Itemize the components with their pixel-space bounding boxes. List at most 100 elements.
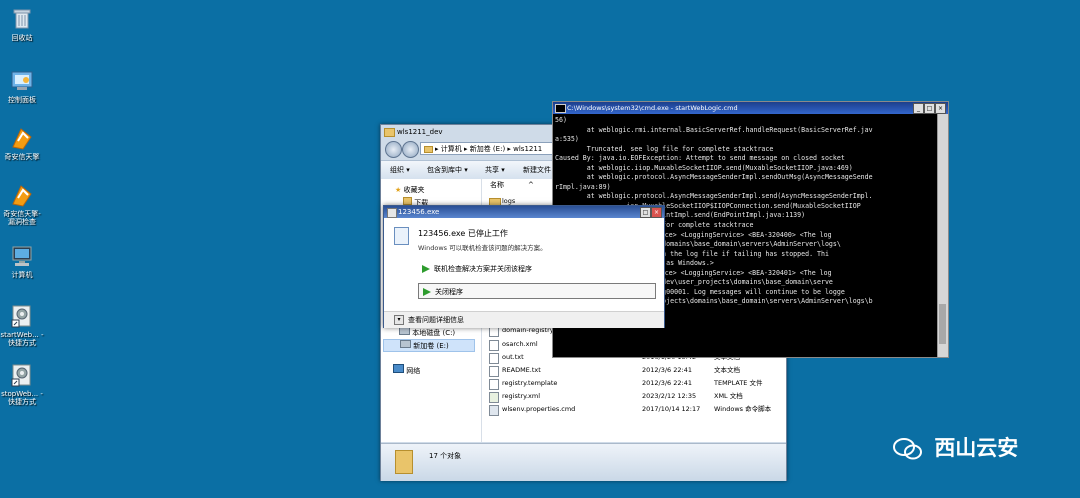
green-arrow-icon	[423, 288, 431, 296]
console-line: 56)	[555, 116, 567, 124]
folder-icon	[424, 146, 433, 153]
error-dialog[interactable]: 123456.exe □ × 123456.exe 已停止工作 Windows …	[383, 205, 665, 328]
cmd-icon	[555, 104, 566, 113]
expand-details-button[interactable]: ▾	[394, 315, 404, 325]
close-button[interactable]: ×	[935, 103, 946, 114]
dialog-title-bar[interactable]: 123456.exe □ ×	[384, 206, 664, 218]
file-name: osarch.xml	[502, 340, 538, 348]
desktop-icon-stop-weblogic[interactable]: stopWeb... - 快捷方式	[0, 362, 44, 406]
dialog-body: 123456.exe 已停止工作 Windows 可以联机检查该问题的解决方案。…	[384, 218, 664, 328]
desktop-icon-recycle-bin[interactable]: 回收站	[0, 6, 44, 42]
file-type: Windows 命令脚本	[714, 405, 772, 413]
maximize-button[interactable]: □	[924, 103, 935, 114]
status-bar: 17 个对象	[381, 443, 786, 481]
console-line: at weblogic.rmi.internal.BasicServerRef.…	[555, 125, 873, 134]
star-icon: ★	[395, 186, 402, 194]
shortcut-icon	[9, 362, 35, 388]
file-name: registry.xml	[502, 392, 541, 400]
file-row[interactable]: registry.xml 2023/2/12 12:35 XML 文档	[482, 390, 786, 403]
file-type: TEMPLATE 文件	[714, 379, 763, 387]
desktop-icon-label: startWeb... - 快捷方式	[0, 331, 44, 347]
console-line: at weblogic.protocol.AsyncMessageSenderI…	[555, 192, 873, 201]
file-row[interactable]: wlsenv.properties.cmd 2017/10/14 12:17 W…	[482, 403, 786, 416]
desktop-icon-computer[interactable]: 计算机	[0, 243, 44, 279]
nav-label: 收藏夹	[403, 186, 425, 194]
dialog-message: Windows 可以联机检查该问题的解决方案。	[418, 244, 547, 252]
file-name: wlsenv.properties.cmd	[502, 405, 576, 413]
file-row[interactable]: README.txt 2012/3/6 22:41 文本文档	[482, 364, 786, 377]
file-type: XML 文档	[714, 392, 743, 400]
console-line: Caused By: java.io.EOFException: Attempt…	[555, 154, 845, 163]
console-line: rImpl.java:89)	[555, 182, 611, 191]
desktop-icon-qianxin-vuln[interactable]: 奇安信天擎-漏洞检查	[0, 182, 44, 226]
dialog-close-button[interactable]: ×	[651, 207, 662, 218]
file-date: 2012/3/6 22:41	[642, 366, 692, 374]
watermark: 西山云安	[893, 432, 1018, 462]
scroll-thumb[interactable]	[939, 304, 946, 344]
details-link[interactable]: 查看问题详细信息	[408, 312, 464, 328]
explorer-title: wls1211_dev	[397, 128, 443, 136]
close-program-option[interactable]: 关闭程序	[418, 283, 656, 299]
folder-icon	[384, 128, 395, 137]
file-row[interactable]: registry.template 2012/3/6 22:41 TEMPLAT…	[482, 377, 786, 390]
include-library-button[interactable]: 包含到库中 ▾	[427, 165, 468, 175]
dialog-minimize-button[interactable]: □	[640, 207, 651, 218]
desktop-icon-qianxin[interactable]: 奇安信天擎	[0, 125, 44, 161]
folder-large-icon	[395, 450, 413, 474]
minimize-button[interactable]: _	[913, 103, 924, 114]
file-name: registry.template	[502, 379, 558, 387]
desktop-icon-label: 奇安信天擎	[4, 153, 40, 161]
program-icon	[394, 227, 409, 245]
desktop-icon-label: 回收站	[11, 34, 33, 42]
new-folder-button[interactable]: 新建文件	[523, 165, 551, 175]
share-button[interactable]: 共享 ▾	[485, 165, 505, 175]
recycle-bin-icon	[9, 6, 35, 32]
desktop-icon-control-panel[interactable]: 控制面板	[0, 68, 44, 104]
qianxin-icon	[9, 182, 35, 208]
downloads-icon	[403, 197, 412, 205]
option-label: 联机检查解决方案并关闭该程序	[434, 265, 532, 273]
console-line: at weblogic.protocol.AsyncMessageSenderI…	[555, 173, 873, 182]
organize-button[interactable]: 组织 ▾	[390, 165, 410, 175]
dialog-footer: ▾ 查看问题详细信息	[384, 311, 664, 328]
file-date: 2012/3/6 22:41	[642, 379, 692, 387]
nav-label: 本地磁盘 (C:)	[412, 329, 456, 337]
file-icon	[489, 340, 499, 351]
column-name-label: 名称	[490, 181, 504, 189]
console-line: at weblogic.iiop.MuxableSocketIIOP.send(…	[555, 163, 853, 172]
desktop-icon-label: 控制面板	[8, 96, 36, 104]
nav-label: 网络	[406, 367, 421, 375]
green-arrow-icon	[422, 265, 430, 273]
file-icon	[489, 353, 499, 364]
desktop-icon-label: 计算机	[11, 271, 33, 279]
drive-icon	[400, 340, 411, 348]
desktop-icon-start-weblogic[interactable]: startWeb... - 快捷方式	[0, 303, 44, 347]
qianxin-icon	[9, 125, 35, 151]
desktop-icon-label: 奇安信天擎-漏洞检查	[3, 210, 41, 226]
option-label: 关闭程序	[435, 288, 463, 296]
cmd-title-bar[interactable]: C:\Windows\system32\cmd.exe - startWebLo…	[553, 102, 948, 114]
dialog-heading: 123456.exe 已停止工作	[418, 229, 508, 238]
nav-local-disk[interactable]: 本地磁盘 (C:)	[399, 327, 455, 338]
file-date: 2017/10/14 12:17	[642, 405, 701, 413]
nav-network[interactable]: 网络	[393, 364, 420, 376]
computer-icon	[9, 243, 35, 269]
nav-label: 新加卷 (E:)	[413, 342, 449, 350]
shortcut-icon	[9, 303, 35, 329]
back-button[interactable]	[385, 141, 402, 158]
xml-file-icon	[489, 392, 499, 403]
network-icon	[393, 364, 404, 373]
address-path: ▸ 计算机 ▸ 新加卷 (E:) ▸ wls1211	[435, 145, 543, 153]
forward-button[interactable]	[402, 141, 419, 158]
file-name: out.txt	[502, 353, 524, 361]
sort-arrow-icon: ^	[528, 181, 534, 189]
nav-favorites[interactable]: ★ 收藏夹	[395, 185, 425, 195]
file-type: 文本文档	[714, 366, 740, 374]
desktop-icon-label: stopWeb... - 快捷方式	[1, 390, 43, 406]
check-online-option[interactable]: 联机检查解决方案并关闭该程序	[418, 261, 656, 277]
nav-new-volume[interactable]: 新加卷 (E:)	[383, 339, 475, 352]
watermark-text: 西山云安	[934, 436, 1019, 460]
console-line: a:535)	[555, 135, 579, 144]
vertical-scrollbar[interactable]	[937, 114, 948, 357]
console-line: Truncated. see log file for complete sta…	[555, 144, 774, 153]
